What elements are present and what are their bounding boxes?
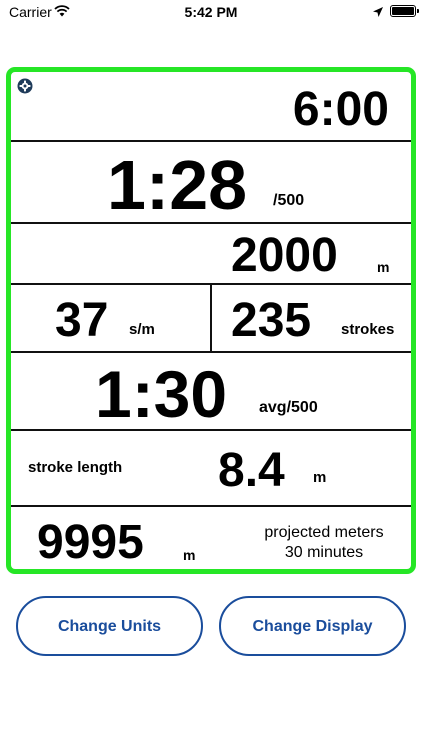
projected-meters-value: 9995: [37, 516, 144, 569]
split-unit: /500: [273, 192, 305, 209]
stroke-length-label: stroke length: [28, 459, 123, 476]
stroke-length-unit: m: [313, 469, 327, 486]
stroke-length-row: stroke length 8.4 m: [11, 431, 411, 507]
projection-caption-line2: 30 minutes: [284, 544, 364, 561]
avg-split-row: 1:30 avg/500: [11, 353, 411, 431]
location-arrow-icon: [372, 5, 384, 21]
distance-value: 2000: [231, 229, 338, 282]
rate-strokes-row: 37 s/m 235 strokes: [11, 285, 411, 353]
gear-icon[interactable]: [17, 78, 33, 94]
elapsed-time-value: 6:00: [292, 83, 389, 136]
strokes-value: 235: [231, 294, 312, 347]
distance-unit: m: [377, 259, 390, 275]
avg-split-value: 1:30: [95, 357, 228, 431]
clock-time: 5:42 PM: [184, 4, 238, 20]
rowing-monitor-panel: 6:00 1:28 /500 2000 m 37 s/m 235 strokes…: [6, 67, 416, 574]
avg-split-unit: avg/500: [259, 399, 318, 416]
projected-meters-unit: m: [183, 547, 196, 563]
stroke-rate-value: 37: [55, 294, 109, 347]
elapsed-time-row: 6:00: [11, 72, 411, 142]
battery-icon: [390, 5, 419, 17]
stroke-length-value: 8.4: [218, 444, 285, 497]
projection-caption: projected meters 30 minutes: [249, 523, 399, 563]
distance-row: 2000 m: [11, 224, 411, 285]
split-value: 1:28: [107, 146, 248, 224]
change-units-button[interactable]: Change Units: [16, 596, 203, 656]
strokes-unit: strokes: [341, 321, 395, 338]
projection-caption-line1: projected meters: [264, 524, 384, 541]
stroke-rate-unit: s/m: [129, 321, 155, 338]
projection-row: 9995 m projected meters 30 minutes: [11, 507, 411, 569]
status-bar: Carrier 5:42 PM: [0, 0, 422, 24]
column-divider: [210, 285, 212, 351]
split-row: 1:28 /500: [11, 142, 411, 224]
change-display-button[interactable]: Change Display: [219, 596, 406, 656]
